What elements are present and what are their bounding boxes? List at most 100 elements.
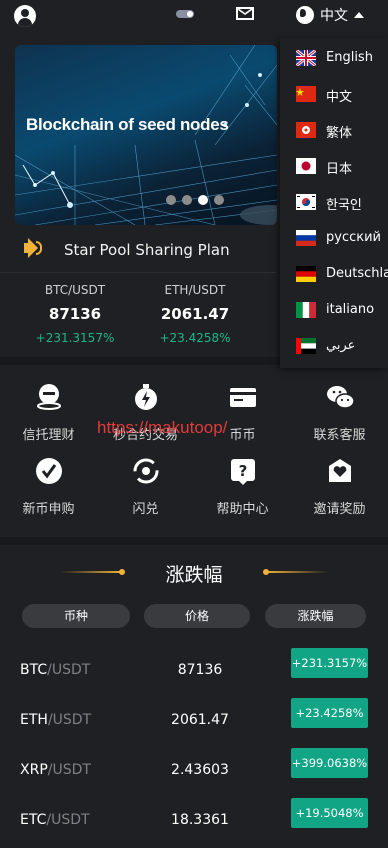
menu-new-coin[interactable]: 新币申购 — [0, 456, 97, 517]
uk-flag-icon — [296, 50, 316, 66]
market-row[interactable]: BTC/USDT 87136 +231.3157% — [0, 648, 388, 698]
header-price[interactable]: 价格 — [144, 604, 250, 628]
korea-flag-icon — [296, 194, 316, 210]
menu-label: 邀请奖励 — [313, 502, 366, 517]
ticker-strip: BTC/USDT 87136 +231.3157% ETH/USDT 2061.… — [0, 272, 276, 355]
change-badge[interactable]: +23.4258% — [291, 698, 368, 728]
watermark-text: https://makutoop/ — [97, 418, 228, 437]
japan-flag-icon — [296, 158, 316, 174]
language-name: Deutschland — [326, 266, 388, 281]
ticker-btc[interactable]: BTC/USDT 87136 +231.3157% — [20, 283, 130, 345]
change-badge[interactable]: +231.3157% — [291, 648, 368, 678]
base-symbol: BTC — [20, 662, 48, 678]
ticker-eth[interactable]: ETH/USDT 2061.47 +23.4258% — [140, 283, 250, 345]
globe-icon — [296, 6, 314, 24]
language-option-russian[interactable]: русский — [280, 220, 388, 256]
notice-bar[interactable]: Star Pool Sharing Plan — [0, 232, 276, 268]
card-icon — [228, 382, 258, 412]
help-icon: ? — [228, 456, 258, 486]
language-option-german[interactable]: Deutschland — [280, 256, 388, 292]
change-badge[interactable]: +399.0638% — [291, 748, 368, 778]
menu-label: 帮助中心 — [216, 502, 269, 517]
language-name: 日本 — [326, 162, 353, 177]
menu-label: 联系客服 — [313, 428, 366, 443]
uae-flag-icon — [296, 338, 316, 354]
language-option-english[interactable]: English — [280, 40, 388, 76]
carousel-dot-active[interactable] — [198, 195, 208, 205]
base-symbol: ETC — [20, 812, 47, 828]
language-name: English — [326, 50, 373, 65]
mail-icon[interactable] — [236, 7, 254, 20]
language-name: 繁体 — [326, 126, 353, 141]
menu-label: 新币申购 — [22, 502, 75, 517]
quote-symbol: /USDT — [47, 712, 92, 728]
theme-toggle[interactable] — [176, 10, 194, 18]
header-change[interactable]: 涨跌幅 — [265, 604, 366, 628]
language-option-chinese[interactable]: 中文 — [280, 76, 388, 112]
language-option-korean[interactable]: 한국인 — [280, 184, 388, 220]
menu-trust-finance[interactable]: 信托理财 — [0, 382, 97, 443]
stopwatch-icon — [131, 382, 161, 412]
menu-label: 闪兑 — [132, 502, 159, 517]
language-option-japanese[interactable]: 日本 — [280, 148, 388, 184]
language-name: italiano — [326, 302, 375, 317]
title-decoration-right — [266, 571, 328, 573]
ticker-change: +23.4258% — [159, 331, 231, 345]
header-coin[interactable]: 币种 — [22, 604, 130, 628]
ticker-change: +231.3157% — [35, 331, 115, 345]
row-price: 18.3361 — [171, 812, 229, 828]
change-badge[interactable]: +19.5048% — [291, 798, 368, 828]
italy-flag-icon — [296, 302, 316, 318]
language-name: русский — [326, 230, 381, 245]
user-avatar-icon[interactable] — [14, 5, 36, 27]
china-flag-icon — [296, 86, 316, 102]
language-current: 中文 — [320, 8, 348, 24]
pair-symbol: BTC/USDT — [20, 662, 90, 678]
menu-contact-service[interactable]: 联系客服 — [291, 382, 388, 443]
base-symbol: XRP — [20, 762, 48, 778]
pair-symbol: ETC/USDT — [20, 812, 90, 828]
language-name: 한국인 — [326, 198, 362, 213]
quote-symbol: /USDT — [46, 812, 90, 828]
quote-symbol: /USDT — [47, 762, 91, 778]
ticker-price: 2061.47 — [160, 305, 230, 323]
section-divider — [0, 537, 388, 545]
market-title: 涨跌幅 — [165, 564, 223, 586]
check-circle-icon — [34, 456, 64, 486]
menu-help-center[interactable]: ? 帮助中心 — [194, 456, 291, 517]
market-row[interactable]: ETC/USDT 18.3361 +19.5048% — [0, 798, 388, 848]
carousel-dots[interactable] — [166, 195, 224, 205]
menu-invite-reward[interactable]: 邀请奖励 — [291, 456, 388, 517]
top-bar: 中文 — [0, 0, 388, 32]
market-row[interactable]: ETH/USDT 2061.47 +23.4258% — [0, 698, 388, 748]
market-row[interactable]: XRP/USDT 2.43603 +399.0638% — [0, 748, 388, 798]
language-option-traditional[interactable]: 繁体 — [280, 112, 388, 148]
row-price: 2.43603 — [171, 762, 229, 778]
carousel-dot[interactable] — [182, 195, 192, 205]
svg-text:?: ? — [238, 462, 247, 480]
language-option-italian[interactable]: italiano — [280, 292, 388, 328]
ticker-pair: BTC/USDT — [44, 283, 106, 297]
banner-title: Blockchain of seed nodes — [26, 115, 229, 134]
language-option-arabic[interactable]: عربي — [280, 328, 388, 364]
banner-carousel[interactable]: Blockchain of seed nodes — [15, 45, 277, 225]
quote-symbol: /USDT — [47, 662, 91, 678]
caret-up-icon — [354, 12, 364, 18]
wechat-icon — [325, 382, 355, 412]
carousel-dot[interactable] — [214, 195, 224, 205]
row-price: 87136 — [177, 662, 223, 678]
row-price: 2061.47 — [171, 712, 229, 728]
russia-flag-icon — [296, 230, 316, 246]
network-graphic — [15, 45, 277, 225]
ticker-pair: ETH/USDT — [164, 283, 226, 297]
invite-heart-icon — [325, 456, 355, 486]
language-selector[interactable]: 中文 — [296, 5, 364, 25]
ticker-price: 87136 — [48, 305, 102, 323]
pair-symbol: XRP/USDT — [20, 762, 91, 778]
carousel-dot[interactable] — [166, 195, 176, 205]
language-name: عربي — [326, 338, 356, 353]
base-symbol: ETH — [20, 712, 48, 728]
hong-kong-flag-icon — [296, 122, 316, 138]
menu-flash-exchange[interactable]: 闪兑 — [97, 456, 194, 517]
refresh-icon — [131, 456, 161, 486]
